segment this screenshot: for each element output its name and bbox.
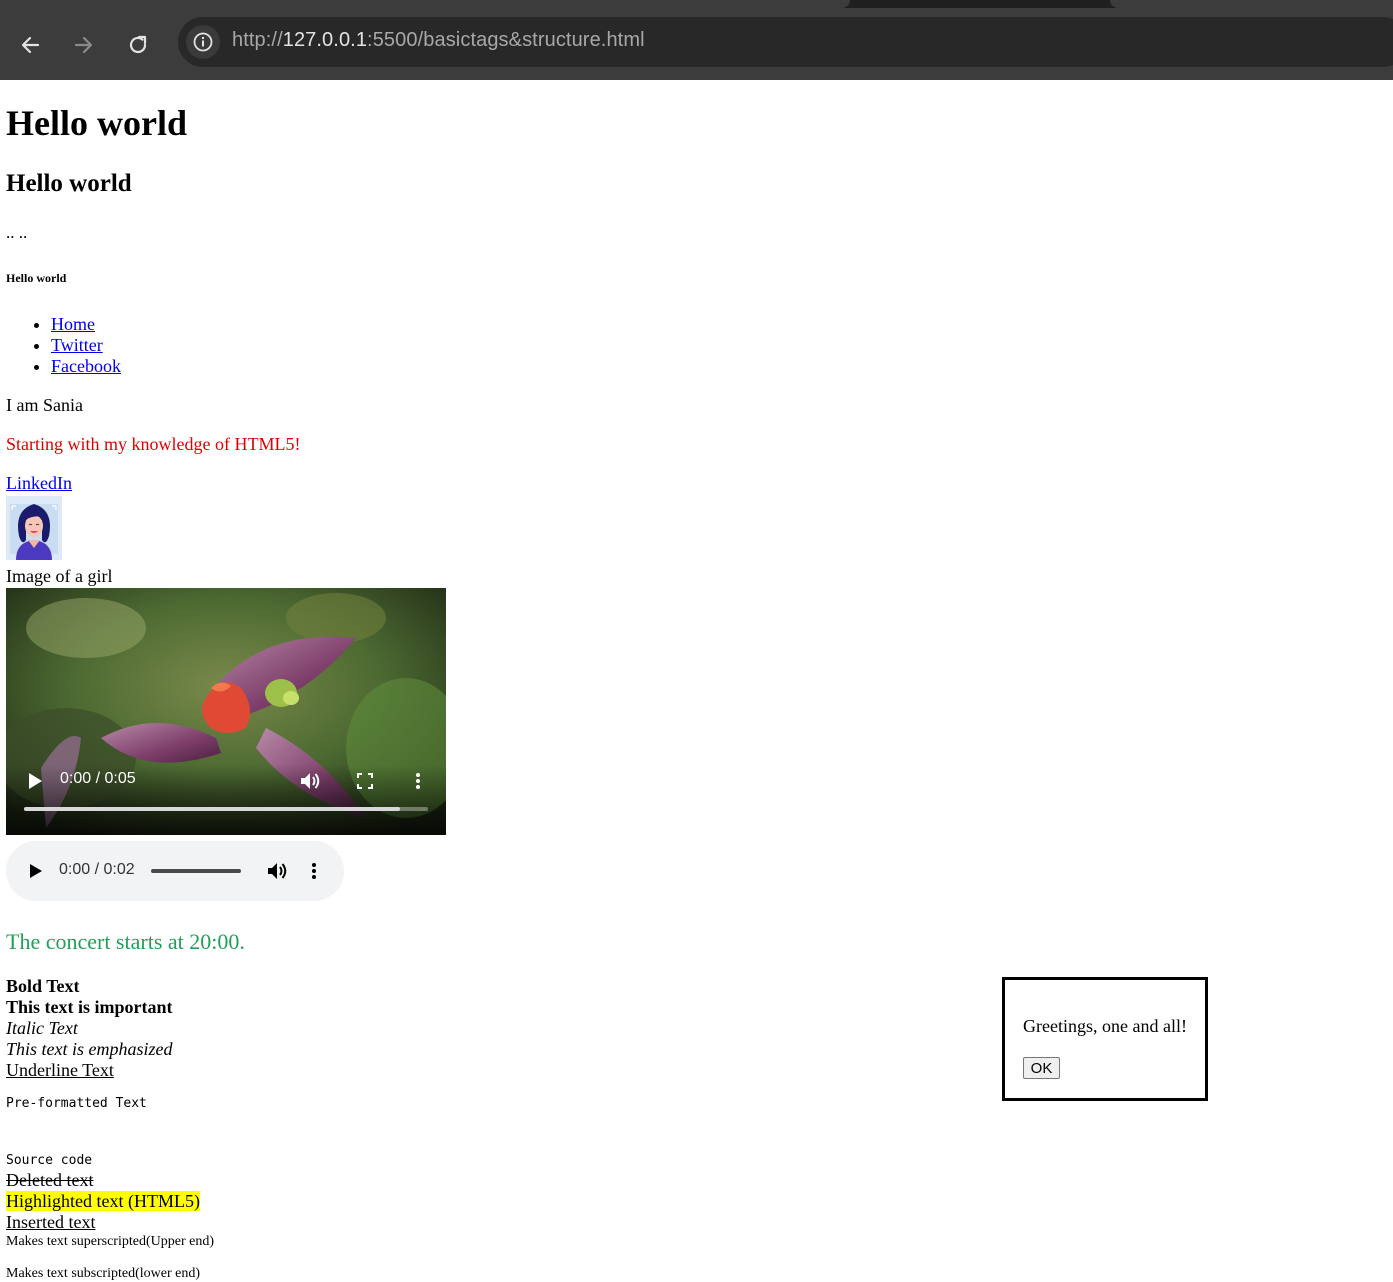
heading-6: Hello world [6, 271, 67, 285]
volume-icon[interactable] [299, 769, 323, 793]
heading-3: Hello world [6, 170, 132, 197]
arrow-right-icon [74, 36, 93, 54]
image-caption: Image of a girl [6, 566, 113, 586]
intro-text: I am Sania [6, 395, 83, 415]
browser-toolbar: http://127.0.0.1:5500/basictags&structur… [0, 8, 1393, 80]
list-item: Twitter [51, 335, 121, 356]
arrow-left-icon [21, 36, 40, 54]
tab-strip [0, 0, 1393, 8]
bold-text: Bold Text [6, 976, 80, 996]
formatting-block: Bold Text This text is important Italic … [6, 976, 173, 1081]
girl-avatar-image [6, 496, 62, 560]
audio-progress-bar[interactable] [151, 869, 241, 873]
strong-text: This text is important [6, 997, 173, 1017]
video-player[interactable]: 0:00 / 0:05 [6, 588, 446, 835]
play-icon[interactable] [24, 859, 48, 883]
reload-icon [129, 35, 147, 54]
deleted-text: Deleted text [6, 1170, 94, 1190]
underline-text: Underline Text [6, 1060, 114, 1080]
heading-1: Hello world [6, 103, 187, 143]
more-options-icon[interactable] [302, 859, 326, 883]
concert-text: The concert starts at 20:00. [6, 929, 245, 954]
back-button[interactable] [15, 30, 45, 60]
highlighted-text: Highlighted text (HTML5) [6, 1191, 200, 1211]
html5-text: Starting with my knowledge of HTML5! [6, 434, 301, 454]
linkedin-link[interactable]: LinkedIn [6, 473, 72, 493]
browser-chrome: http://127.0.0.1:5500/basictags&structur… [0, 0, 1393, 80]
more-options-icon[interactable] [406, 769, 430, 793]
home-link[interactable]: Home [51, 314, 95, 334]
nav-list: Home Twitter Facebook [31, 314, 121, 377]
reload-button[interactable] [123, 30, 153, 60]
site-info-button[interactable] [186, 25, 220, 59]
play-icon[interactable] [23, 769, 47, 793]
audio-time: 0:00 / 0:02 [59, 861, 135, 878]
italic-text: Italic Text [6, 1018, 78, 1038]
dots-text: .. .. [6, 223, 28, 242]
ok-button[interactable]: OK [1023, 1057, 1060, 1079]
url-path: :5500/basictags&structure.html [367, 29, 645, 51]
superscript-text: Makes text superscripted(Upper end) [6, 1234, 214, 1249]
subscript-text: Makes text subscripted(lower end) [6, 1266, 200, 1281]
emphasized-text: This text is emphasized [6, 1039, 173, 1059]
address-bar[interactable]: http://127.0.0.1:5500/basictags&structur… [178, 17, 1393, 67]
source-code-text: Source code [6, 1153, 93, 1168]
greeting-dialog: Greetings, one and all! OK [1002, 977, 1208, 1101]
video-time: 0:00 / 0:05 [60, 770, 136, 787]
forward-button[interactable] [69, 30, 99, 60]
browser-tab[interactable] [0, 0, 850, 8]
browser-tab[interactable] [1110, 0, 1393, 8]
info-icon [193, 32, 213, 52]
url-protocol: http:// [232, 29, 283, 51]
dialog-message: Greetings, one and all! [1023, 1016, 1187, 1036]
list-item: Home [51, 314, 121, 335]
facebook-link[interactable]: Facebook [51, 356, 121, 376]
volume-icon[interactable] [266, 859, 290, 883]
fullscreen-icon[interactable] [353, 769, 377, 793]
preformatted-text: Pre-formatted Text [6, 1096, 147, 1111]
video-progress-fill [24, 807, 400, 811]
url-host: 127.0.0.1 [282, 29, 368, 51]
twitter-link[interactable]: Twitter [51, 335, 103, 355]
url-text[interactable]: http://127.0.0.1:5500/basictags&structur… [232, 29, 645, 52]
formatting-block-2: Deleted text Highlighted text (HTML5) In… [6, 1170, 200, 1233]
list-item: Facebook [51, 356, 121, 377]
video-progress-bar[interactable] [24, 807, 428, 811]
inserted-text: Inserted text [6, 1212, 96, 1232]
audio-player[interactable]: 0:00 / 0:02 [6, 841, 344, 901]
